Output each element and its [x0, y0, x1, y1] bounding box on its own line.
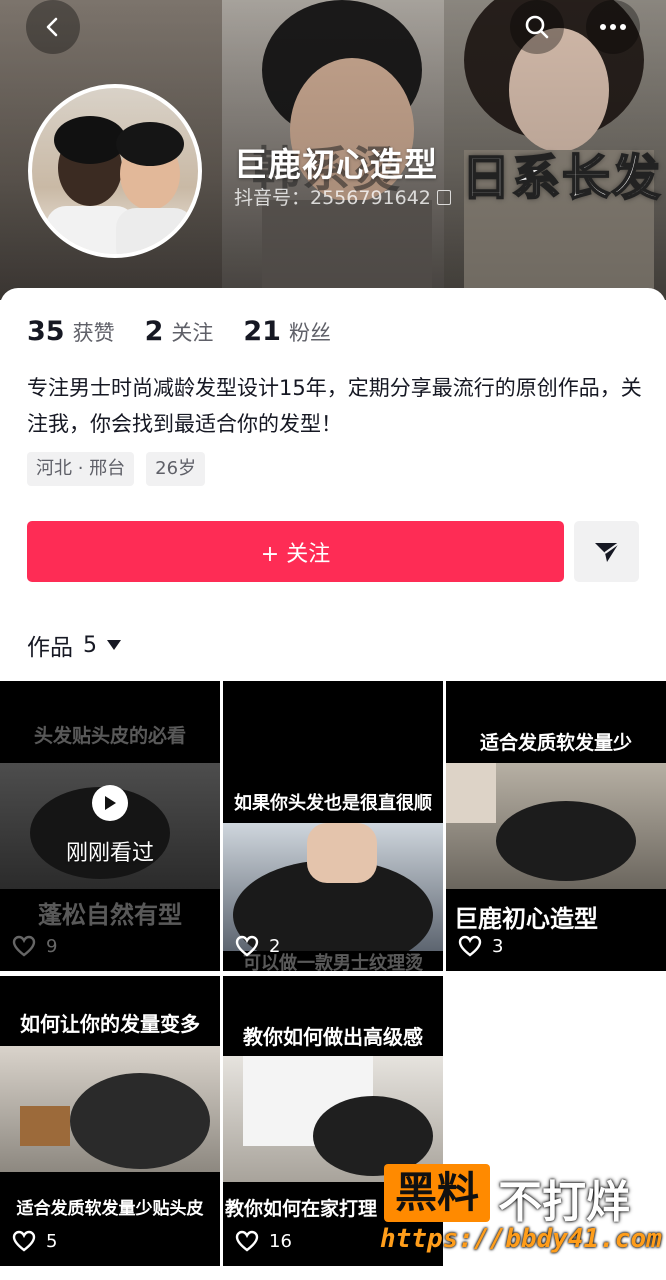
stat-likes[interactable]: 35 获赞 [27, 316, 115, 347]
video-likes: 16 [235, 1230, 292, 1252]
header-overlay-text: 日系长发 [461, 149, 663, 207]
tags-row: 河北 · 邢台 26岁 [27, 452, 217, 486]
more-button[interactable] [586, 0, 640, 54]
stat-number: 2 [144, 316, 164, 347]
age-tag: 26岁 [146, 452, 206, 486]
douyin-id[interactable]: 抖音号：2556791642 [234, 183, 451, 210]
video-top-caption: 适合发质软发量少 [479, 732, 632, 754]
stat-label: 获赞 [72, 321, 115, 345]
video-likes: 2 [235, 935, 280, 957]
stat-followers[interactable]: 21 粉丝 [243, 316, 331, 347]
works-tab[interactable]: 作品 5 [27, 628, 121, 662]
follow-button[interactable]: + 关注 [27, 521, 564, 582]
play-icon [92, 785, 128, 821]
works-label: 作品 [27, 635, 73, 661]
more-dots-icon [600, 24, 626, 30]
video-top-caption: 如果你头发也是很直很顺 [234, 793, 432, 814]
stat-number: 21 [243, 316, 281, 347]
search-icon [525, 15, 549, 39]
heart-icon [235, 1230, 259, 1252]
watermark-text: 不打烊 [498, 1177, 630, 1228]
works-count: 5 [83, 632, 97, 658]
heart-icon [235, 935, 259, 957]
caret-down-icon [107, 640, 121, 650]
heart-icon [12, 1230, 36, 1252]
bio-text: 专注男士时尚减龄发型设计15年，定期分享最流行的原创作品，关注我，你会找到最适合… [27, 376, 642, 436]
video-tile[interactable]: 如何让你的发量变多 适合发质软发量少贴头皮 5 [0, 976, 220, 1266]
watermark-url: https://bbdy41.com [380, 1224, 662, 1254]
heart-icon [458, 935, 482, 957]
profile-header: 韩系烫 日系长发 巨鹿初心造型 抖音号：2556791642 [0, 0, 666, 300]
video-likes: 5 [12, 1230, 57, 1252]
send-icon [594, 541, 620, 562]
location-tag: 河北 · 邢台 [27, 452, 135, 486]
douyin-id-text: 抖音号：2556791642 [234, 187, 431, 209]
profile-name: 巨鹿初心造型 [234, 145, 438, 184]
video-bottom-caption: 蓬松自然有型 [38, 901, 182, 929]
stat-label: 关注 [171, 321, 214, 345]
likes-count: 16 [269, 1230, 292, 1252]
likes-count: 9 [46, 935, 58, 957]
video-tile[interactable]: 头发贴头皮的必看 蓬松自然有型 刚刚看过 9 [0, 681, 220, 971]
video-bottom-caption: 巨鹿初心造型 [454, 905, 598, 933]
profile-card: 35 获赞 2 关注 21 粉丝 专注男士时尚减龄发型设计15年，定期分享最流行… [0, 288, 666, 680]
likes-count: 2 [269, 935, 281, 957]
watermark-logo: 黑料 [384, 1164, 490, 1222]
video-top-caption: 头发贴头皮的必看 [33, 725, 186, 747]
video-top-caption: 教你如何做出高级感 [243, 1025, 423, 1049]
stat-number: 35 [27, 316, 65, 347]
copy-icon[interactable] [436, 190, 451, 205]
back-button[interactable] [26, 0, 80, 54]
watermark: 黑料 不打烊 https://bbdy41.com [380, 1160, 666, 1280]
likes-count: 5 [46, 1230, 58, 1252]
video-tile[interactable]: 适合发质软发量少 巨鹿初心造型 3 [446, 681, 666, 971]
heart-icon [12, 935, 36, 957]
stat-following[interactable]: 2 关注 [145, 316, 214, 347]
likes-count: 3 [492, 935, 504, 957]
video-thumbnail [223, 823, 443, 951]
video-tile[interactable]: 如果你头发也是很直很顺 可以做一款男士纹理烫 2 [223, 681, 443, 971]
stats-row: 35 获赞 2 关注 21 粉丝 [27, 316, 361, 347]
search-button[interactable] [510, 0, 564, 54]
video-bottom-caption: 适合发质软发量少贴头皮 [16, 1199, 204, 1219]
recently-watched-overlay: 刚刚看过 [0, 785, 220, 867]
share-button[interactable] [574, 521, 639, 582]
video-likes: 9 [12, 935, 57, 957]
stat-label: 粉丝 [288, 321, 331, 345]
video-thumbnail [0, 1046, 220, 1172]
watched-label: 刚刚看过 [65, 841, 154, 866]
video-top-caption: 如何让你的发量变多 [20, 1012, 200, 1036]
video-thumbnail [446, 763, 666, 889]
back-arrow-icon [46, 17, 58, 37]
avatar[interactable] [28, 84, 202, 258]
video-likes: 3 [458, 935, 503, 957]
